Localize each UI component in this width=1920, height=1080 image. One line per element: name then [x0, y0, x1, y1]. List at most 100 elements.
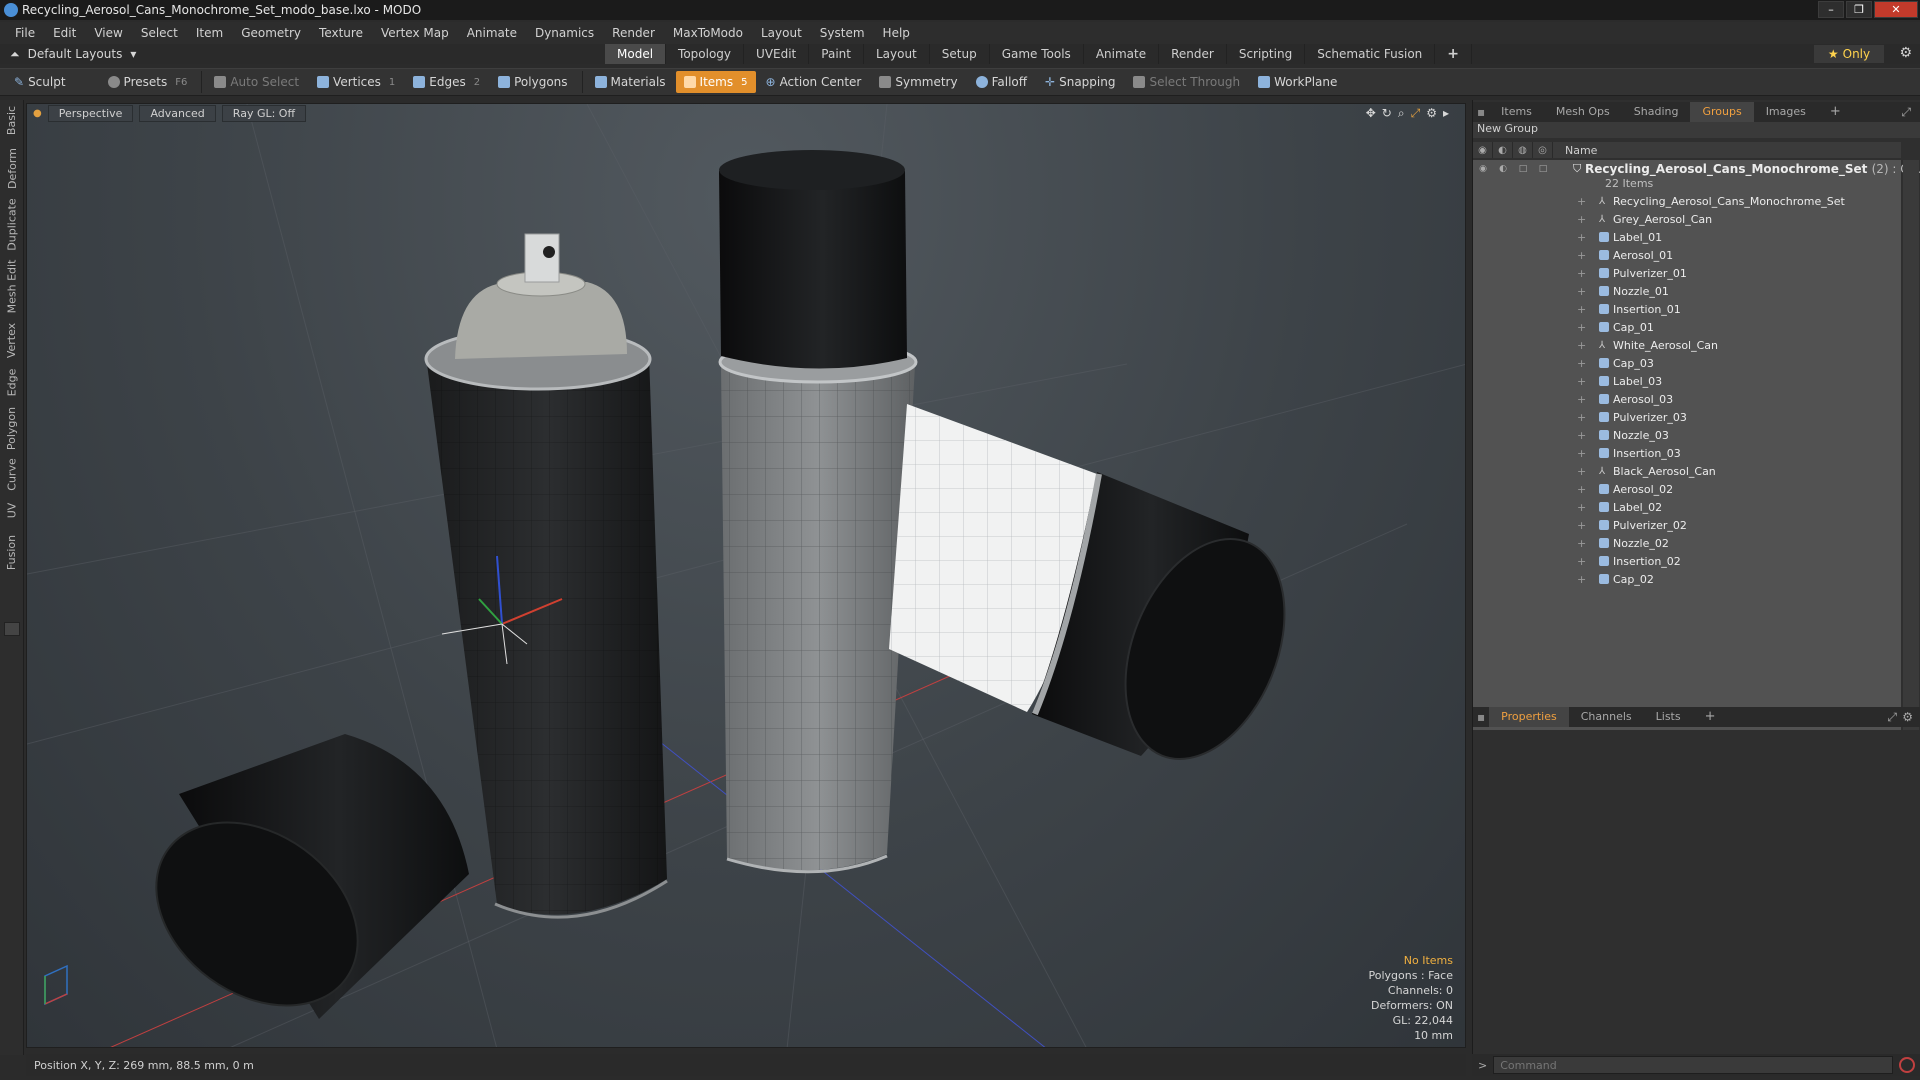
close-button[interactable]: ✕: [1874, 1, 1918, 18]
expand-icon[interactable]: +: [1577, 465, 1586, 478]
tab-uv[interactable]: UV: [0, 503, 24, 519]
panel-toggle-button[interactable]: [4, 622, 20, 636]
name-column-header[interactable]: Name: [1553, 144, 1597, 157]
tab-lists[interactable]: Lists: [1644, 707, 1693, 727]
command-input[interactable]: [1493, 1056, 1894, 1074]
menu-render[interactable]: Render: [603, 26, 664, 40]
tab-layout[interactable]: Layout: [864, 44, 930, 64]
expand-icon[interactable]: +: [1577, 375, 1586, 388]
new-group-button[interactable]: New Group: [1473, 122, 1920, 138]
tree-item-row[interactable]: + ⅄ Grey_Aerosol_Can: [1473, 210, 1901, 228]
tab-setup[interactable]: Setup: [930, 44, 990, 64]
tab-polygon[interactable]: Polygon: [0, 407, 24, 450]
tree-item-row[interactable]: + Insertion_02: [1473, 552, 1901, 570]
panel-expand-icon[interactable]: ⤢: [1901, 105, 1911, 120]
tab-items[interactable]: Items: [1489, 102, 1544, 122]
tree-item-row[interactable]: + Label_01: [1473, 228, 1901, 246]
tab-scripting[interactable]: Scripting: [1227, 44, 1306, 64]
action-center-button[interactable]: ⊕ Action Center: [758, 71, 870, 93]
presets-button[interactable]: Presets F6: [100, 71, 196, 93]
tree-item-row[interactable]: + ⅄ White_Aerosol_Can: [1473, 336, 1901, 354]
menu-select[interactable]: Select: [132, 26, 187, 40]
expand-icon[interactable]: +: [1577, 537, 1586, 550]
expand-icon[interactable]: +: [1577, 285, 1586, 298]
expand-icon[interactable]: +: [1577, 411, 1586, 424]
tree-item-row[interactable]: + Nozzle_01: [1473, 282, 1901, 300]
tab-images[interactable]: Images: [1754, 102, 1818, 122]
select-icon[interactable]: ◎: [1533, 142, 1553, 158]
auto-select-button[interactable]: Auto Select: [206, 71, 307, 93]
menu-help[interactable]: Help: [874, 26, 919, 40]
tree-item-row[interactable]: + Label_02: [1473, 498, 1901, 516]
menu-system[interactable]: System: [811, 26, 874, 40]
lock-icon[interactable]: ◍: [1513, 142, 1533, 158]
minimize-button[interactable]: –: [1818, 1, 1844, 18]
viewport-gear-icon[interactable]: ⚙: [1426, 106, 1437, 121]
panel-menu-dot[interactable]: ▪: [1473, 710, 1489, 724]
only-button[interactable]: ★ Only: [1814, 45, 1884, 63]
items-button[interactable]: Items 5: [675, 71, 756, 93]
expand-icon[interactable]: +: [1577, 303, 1586, 316]
add-tab-button[interactable]: +: [1435, 44, 1473, 64]
vertices-button[interactable]: Vertices 1: [309, 71, 403, 93]
expand-icon[interactable]: +: [1577, 249, 1586, 262]
expand-icon[interactable]: +: [1577, 195, 1586, 208]
fit-icon[interactable]: ⤢: [1411, 106, 1421, 121]
tab-duplicate[interactable]: Duplicate: [0, 198, 24, 250]
add-properties-tab-button[interactable]: +: [1693, 707, 1728, 727]
tab-basic[interactable]: Basic: [0, 106, 24, 135]
menu-animate[interactable]: Animate: [458, 26, 526, 40]
advanced-button[interactable]: Advanced: [139, 104, 216, 122]
add-panel-tab-button[interactable]: +: [1818, 102, 1853, 122]
zoom-icon[interactable]: ⌕: [1398, 106, 1405, 121]
maximize-button[interactable]: ❐: [1846, 1, 1872, 18]
expand-icon[interactable]: +: [1577, 339, 1586, 352]
tab-game-tools[interactable]: Game Tools: [990, 44, 1084, 64]
tree-item-row[interactable]: + Cap_01: [1473, 318, 1901, 336]
falloff-button[interactable]: Falloff: [968, 71, 1035, 93]
viewport-scene[interactable]: [27, 104, 1466, 1048]
tab-properties[interactable]: Properties: [1489, 707, 1569, 727]
tab-model[interactable]: Model: [605, 44, 667, 64]
eye-icon[interactable]: ◉: [1473, 142, 1493, 158]
sculpt-button[interactable]: ✎ Sculpt: [6, 71, 74, 93]
menu-dynamics[interactable]: Dynamics: [526, 26, 603, 40]
expand-icon[interactable]: +: [1577, 519, 1586, 532]
properties-gear-icon[interactable]: ⚙: [1902, 710, 1913, 724]
edges-button[interactable]: Edges 2: [405, 71, 488, 93]
tree-item-row[interactable]: + Pulverizer_02: [1473, 516, 1901, 534]
workplane-button[interactable]: WorkPlane: [1250, 71, 1345, 93]
expand-icon[interactable]: +: [1577, 447, 1586, 460]
symmetry-button[interactable]: Symmetry: [871, 71, 965, 93]
tree-item-row[interactable]: + Nozzle_03: [1473, 426, 1901, 444]
rotate-icon[interactable]: ↻: [1382, 106, 1392, 121]
expand-icon[interactable]: +: [1577, 429, 1586, 442]
tab-groups[interactable]: Groups: [1690, 102, 1754, 122]
tree-item-row[interactable]: + Cap_02: [1473, 570, 1901, 588]
expand-icon[interactable]: +: [1577, 501, 1586, 514]
tab-paint[interactable]: Paint: [809, 44, 864, 64]
expand-icon[interactable]: +: [1577, 573, 1586, 586]
groups-scrollbar[interactable]: [1903, 160, 1919, 800]
tree-item-row[interactable]: + Nozzle_02: [1473, 534, 1901, 552]
tree-item-row[interactable]: + Pulverizer_01: [1473, 264, 1901, 282]
expand-icon[interactable]: +: [1577, 321, 1586, 334]
tree-item-row[interactable]: + Insertion_01: [1473, 300, 1901, 318]
viewport-menu-dot[interactable]: ●: [33, 108, 42, 119]
properties-expand-icon[interactable]: ⤢: [1887, 710, 1897, 725]
pan-icon[interactable]: ✥: [1366, 106, 1376, 121]
menu-file[interactable]: File: [6, 26, 44, 40]
panel-menu-dot[interactable]: ▪: [1473, 105, 1489, 119]
3d-viewport[interactable]: ● Perspective Advanced Ray GL: Off ✥ ↻ ⌕…: [26, 103, 1466, 1048]
tab-mesh-ops[interactable]: Mesh Ops: [1544, 102, 1622, 122]
tab-topology[interactable]: Topology: [666, 44, 745, 64]
tree-item-row[interactable]: + Insertion_03: [1473, 444, 1901, 462]
menu-texture[interactable]: Texture: [310, 26, 372, 40]
gear-icon[interactable]: ⚙: [1899, 45, 1912, 61]
tab-uvedit[interactable]: UVEdit: [744, 44, 810, 64]
menu-layout[interactable]: Layout: [752, 26, 811, 40]
perspective-button[interactable]: Perspective: [47, 104, 134, 122]
tab-channels[interactable]: Channels: [1569, 707, 1644, 727]
render-icon[interactable]: ◐: [1493, 142, 1513, 158]
expand-icon[interactable]: +: [1577, 555, 1586, 568]
